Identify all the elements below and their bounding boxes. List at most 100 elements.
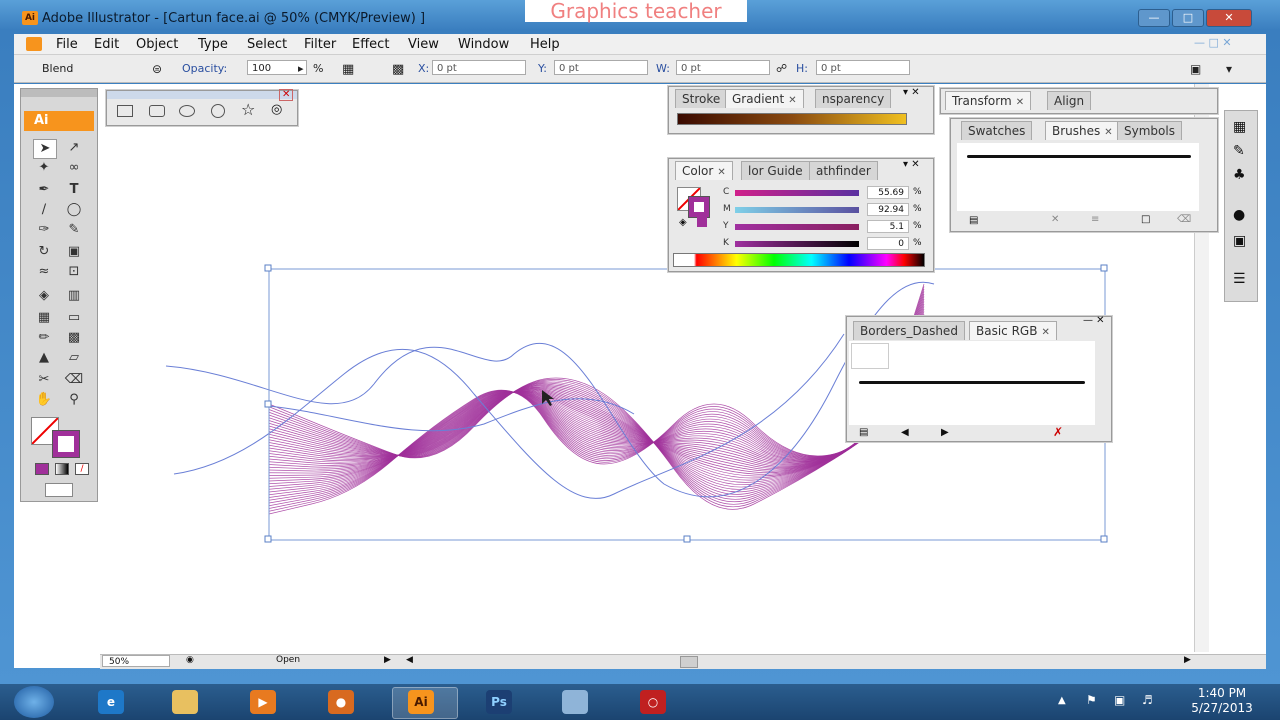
slice-tool-icon[interactable]: ✂ <box>33 371 55 389</box>
new-brush-icon[interactable]: □ <box>1141 214 1150 225</box>
library-panel-controls[interactable]: — ✕ <box>1083 315 1105 326</box>
menu-window[interactable]: Window <box>458 37 509 52</box>
menu-filter[interactable]: Filter <box>304 37 336 52</box>
previous-library-icon[interactable]: ◀ <box>901 427 909 438</box>
bridge-icon[interactable]: ▣ <box>1190 62 1201 76</box>
pencil-tool-icon[interactable]: ✎ <box>63 221 85 239</box>
tab-align[interactable]: Align <box>1047 91 1092 110</box>
scroll-left-icon[interactable]: ◀ <box>406 655 413 665</box>
menu-view[interactable]: View <box>408 37 439 52</box>
menu-effect[interactable]: Effect <box>352 37 389 52</box>
stroke-swatch[interactable] <box>52 430 80 458</box>
screen-recorder-icon[interactable]: ○ <box>640 690 666 714</box>
yellow-ramp[interactable] <box>735 224 859 230</box>
photoshop-taskbar-icon[interactable]: Ps <box>486 690 512 714</box>
tab-borders-dashed[interactable]: Borders_Dashed <box>853 321 965 340</box>
brush-options-icon[interactable]: ≡ <box>1091 214 1099 225</box>
magic-wand-tool-icon[interactable]: ✦ <box>33 159 55 177</box>
horizontal-scroll-thumb[interactable] <box>680 656 698 668</box>
align-grid-icon[interactable]: ▦ <box>342 62 354 77</box>
w-input[interactable]: 0 pt <box>676 60 770 75</box>
star-tool-icon[interactable]: ☆ <box>241 100 255 119</box>
system-clock[interactable]: 1:40 PM 5/27/2013 <box>1184 686 1260 716</box>
gradient-tool-icon[interactable]: ▭ <box>63 309 85 327</box>
screen-mode-icon[interactable] <box>45 483 73 497</box>
cyan-value[interactable]: 55.69 <box>867 186 909 199</box>
illustrator-taskbar-icon[interactable]: Ai <box>408 690 434 714</box>
eyedropper-tool-icon[interactable]: ✏ <box>33 329 55 347</box>
menu-file[interactable]: File <box>56 37 78 52</box>
hand-tool-icon[interactable]: ✋ <box>33 391 55 409</box>
maximize-icon[interactable]: □ <box>1172 9 1204 27</box>
paintbrush-tool-icon[interactable]: ✑ <box>33 221 55 239</box>
color-panel-menu-icon[interactable]: ▾ ✕ <box>903 159 920 170</box>
eraser-tool-icon[interactable]: ⌫ <box>63 371 85 389</box>
x-input[interactable]: 0 pt <box>432 60 526 75</box>
library-brush-thumb[interactable] <box>851 343 889 369</box>
lasso-tool-icon[interactable]: ∞ <box>63 159 85 177</box>
zoom-level[interactable]: 50% <box>102 655 170 667</box>
next-library-icon[interactable]: ▶ <box>941 427 949 438</box>
yellow-value[interactable]: 5.1 <box>867 220 909 233</box>
action-center-icon[interactable]: ⚑ <box>1086 693 1097 707</box>
symbol-sprayer-tool-icon[interactable]: ◈ <box>33 287 55 305</box>
tab-color-close-icon[interactable]: ✕ <box>717 167 725 178</box>
tab-transparency[interactable]: nsparency <box>815 89 892 108</box>
live-paint-selection-tool-icon[interactable]: ▱ <box>63 349 85 367</box>
tab-transform[interactable]: Transform ✕ <box>945 91 1032 110</box>
firefox-icon[interactable]: ● <box>328 690 354 714</box>
dock-graphic-styles-icon[interactable]: ▣ <box>1233 233 1246 249</box>
menu-type[interactable]: Type <box>198 37 228 52</box>
web-safe-swatch[interactable] <box>697 217 707 227</box>
pen-tool-icon[interactable]: ✒ <box>33 181 55 199</box>
flare-tool-icon[interactable]: ◎ <box>271 102 282 117</box>
panel-collapse-icon[interactable]: ▾ ✕ <box>903 87 920 98</box>
scroll-right-icon[interactable]: ▶ <box>1184 655 1191 665</box>
ellipse-shape-icon[interactable] <box>179 105 195 117</box>
scale-tool-icon[interactable]: ▣ <box>63 243 85 261</box>
library-brush-stroke[interactable] <box>859 381 1085 384</box>
color-stroke-swatch[interactable] <box>688 196 710 218</box>
menu-select[interactable]: Select <box>247 37 287 52</box>
tearoff-grip[interactable] <box>107 91 297 99</box>
minimize-icon[interactable]: — <box>1138 9 1170 27</box>
tab-color[interactable]: Color ✕ <box>675 161 733 180</box>
gradient-mode-icon[interactable] <box>55 463 69 475</box>
panel-menu-icon[interactable]: ▾ <box>1226 62 1232 76</box>
color-mode-icon[interactable] <box>35 463 49 475</box>
menu-object[interactable]: Object <box>136 37 178 52</box>
polygon-tool-icon[interactable] <box>211 104 225 118</box>
none-mode-icon[interactable]: / <box>75 463 89 475</box>
title-bar[interactable]: Ai Adobe Illustrator - [Cartun face.ai @… <box>0 0 1280 36</box>
tab-color-guide[interactable]: lor Guide <box>741 161 810 180</box>
opacity-dropdown-icon[interactable]: ▸ <box>298 62 304 75</box>
magenta-ramp[interactable] <box>735 207 859 213</box>
rotate-tool-icon[interactable]: ↻ <box>33 243 55 261</box>
network-folder-icon[interactable] <box>562 690 588 714</box>
internet-explorer-icon[interactable]: e <box>98 690 124 714</box>
start-button[interactable] <box>14 686 54 718</box>
magenta-value[interactable]: 92.94 <box>867 203 909 216</box>
blend-tool-icon[interactable]: ▩ <box>63 329 85 347</box>
brush-list[interactable] <box>957 143 1199 211</box>
remove-brush-stroke-icon[interactable]: ✕ <box>1051 214 1059 225</box>
dock-brushes-icon[interactable]: ✎ <box>1233 143 1245 159</box>
direct-selection-tool-icon[interactable]: ↗ <box>63 139 85 157</box>
transform-grid-icon[interactable]: ▩ <box>392 62 404 77</box>
menu-help[interactable]: Help <box>530 37 560 52</box>
delete-library-brush-icon[interactable]: ✗ <box>1053 425 1063 439</box>
cyan-ramp[interactable] <box>735 190 859 196</box>
color-spectrum-bar[interactable] <box>673 253 925 267</box>
dock-appearance-icon[interactable]: ● <box>1233 207 1245 223</box>
selection-tool-icon[interactable]: ➤ <box>33 139 57 159</box>
status-menu-icon[interactable]: ▶ <box>384 655 391 665</box>
dock-symbols-icon[interactable]: ♣ <box>1233 167 1246 183</box>
y-input[interactable]: 0 pt <box>554 60 648 75</box>
tab-gradient-close-icon[interactable]: ✕ <box>788 95 796 106</box>
tab-basic-rgb[interactable]: Basic RGB ✕ <box>969 321 1057 340</box>
menu-edit[interactable]: Edit <box>94 37 119 52</box>
tab-stroke[interactable]: Stroke <box>675 89 728 108</box>
ellipse-tool-icon[interactable]: ◯ <box>63 201 85 219</box>
rounded-rectangle-tool-icon[interactable] <box>149 105 165 117</box>
recolor-icon[interactable]: ⊜ <box>152 62 162 76</box>
